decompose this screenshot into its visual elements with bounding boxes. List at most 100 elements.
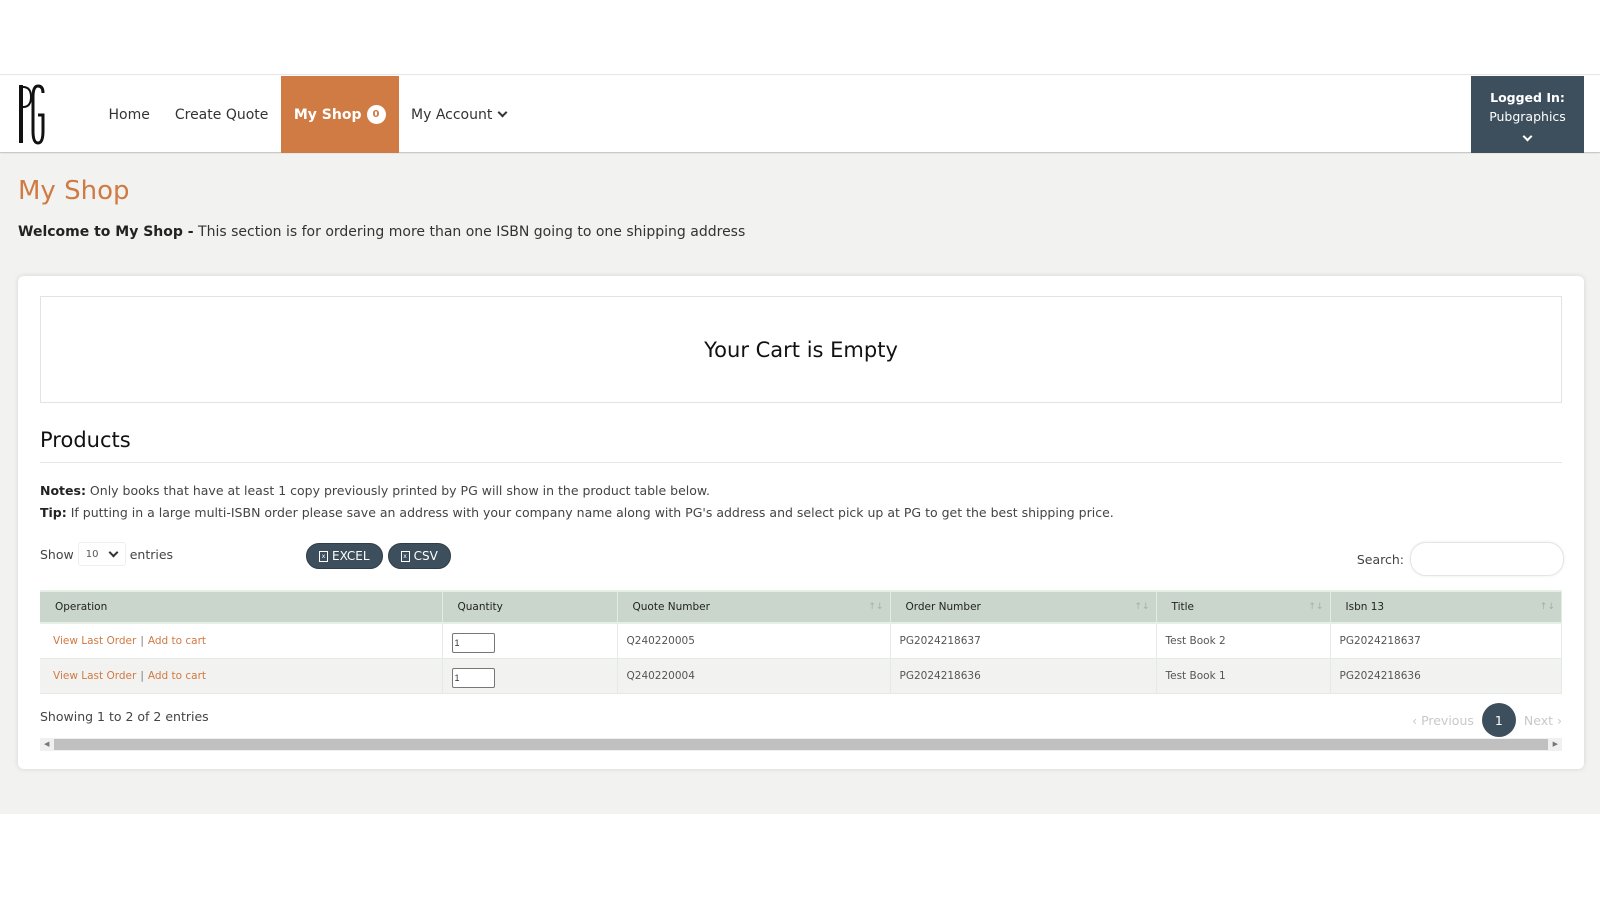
nav-create-quote-label: Create Quote (174, 106, 269, 123)
export-buttons: x EXCEL x CSV (306, 543, 451, 569)
tip-text: If putting in a large multi-ISBN order p… (66, 505, 1114, 520)
col-quantity: Quantity (442, 590, 618, 624)
top-spacer (0, 0, 1600, 75)
search-label: Search: (1356, 551, 1404, 567)
tip-line: Tip: If putting in a large multi-ISBN or… (40, 502, 1114, 524)
nav-my-shop[interactable]: My Shop 0 (280, 76, 399, 153)
export-csv-label: CSV (413, 549, 438, 563)
chevron-right-icon: › (1553, 712, 1562, 728)
next-page-button[interactable]: Next › (1524, 713, 1562, 728)
col-isbn13-label: Isbn 13 (1345, 601, 1385, 613)
col-operation: Operation (40, 590, 443, 624)
col-quote-number[interactable]: Quote Number ↑↓ (617, 590, 891, 624)
separator: | (140, 669, 144, 682)
main-nav: Home Create Quote My Shop 0 My Account (96, 76, 519, 153)
navbar: Home Create Quote My Shop 0 My Account L… (0, 76, 1600, 153)
cell-quantity (442, 658, 618, 694)
col-order-number[interactable]: Order Number ↑↓ (890, 590, 1157, 624)
col-quantity-label: Quantity (457, 601, 503, 613)
scroll-right-icon[interactable]: ▶ (1553, 740, 1558, 748)
nav-my-account-label: My Account (411, 106, 493, 123)
quantity-input[interactable] (451, 632, 495, 653)
scroll-left-icon[interactable]: ◀ (44, 740, 49, 748)
table-header-row: Operation Quantity Quote Number ↑↓ Order … (40, 590, 1562, 624)
quantity-input[interactable] (451, 667, 495, 688)
nav-my-account[interactable]: My Account (399, 76, 519, 153)
nav-my-shop-label: My Shop (293, 106, 362, 123)
show-label: Show (40, 546, 74, 562)
welcome-description: This section is for ordering more than o… (193, 224, 746, 240)
pg-logo[interactable] (17, 83, 47, 145)
col-operation-label: Operation (55, 601, 108, 613)
welcome-text: Welcome to My Shop - This section is for… (18, 224, 745, 240)
page-content: My Shop Welcome to My Shop - This sectio… (0, 154, 1600, 814)
username: Pubgraphics (1489, 109, 1566, 124)
excel-file-icon: x (319, 550, 328, 562)
cell-title: Test Book 2 (1156, 623, 1331, 659)
col-title[interactable]: Title ↑↓ (1156, 590, 1331, 624)
cell-operation: View Last Order | Add to cart (40, 658, 443, 694)
logged-in-label: Logged In: (1490, 90, 1565, 105)
welcome-bold: Welcome to My Shop - (18, 224, 194, 240)
sort-icon: ↑↓ (868, 602, 884, 612)
notes-text: Only books that have at least 1 copy pre… (85, 483, 710, 498)
search-control: Search: (1357, 542, 1564, 576)
next-label: Next (1523, 712, 1554, 728)
search-input[interactable] (1410, 542, 1564, 576)
previous-label: Previous (1421, 712, 1474, 728)
cell-operation: View Last Order | Add to cart (40, 623, 443, 659)
table-row: View Last Order | Add to cart Q240220005 P… (40, 623, 1562, 659)
export-csv-button[interactable]: x CSV (387, 543, 451, 569)
table-info: Showing 1 to 2 of 2 entries (40, 709, 209, 724)
page-length-control: Show 10 entries (40, 542, 173, 566)
notes-label: Notes: (40, 483, 86, 498)
view-last-order-link[interactable]: View Last Order (53, 670, 136, 682)
col-isbn13[interactable]: Isbn 13 ↑↓ (1330, 590, 1562, 624)
view-last-order-link[interactable]: View Last Order (53, 635, 136, 647)
col-title-label: Title (1171, 601, 1195, 613)
page-1-button[interactable]: 1 (1481, 703, 1516, 737)
cell-order-number: PG2024218636 (890, 658, 1157, 694)
cell-quantity (442, 623, 618, 659)
csv-file-icon: x (400, 550, 410, 562)
cell-quote-number: Q240220004 (617, 658, 891, 694)
cart-count-badge: 0 (366, 105, 386, 124)
tip-label: Tip: (40, 505, 67, 520)
page-length-value: 10 (85, 548, 99, 560)
notes-line: Notes: Only books that have at least 1 c… (40, 480, 1114, 502)
separator: | (140, 634, 144, 647)
products-heading: Products (40, 428, 131, 452)
sort-icon: ↑↓ (1134, 602, 1150, 612)
add-to-cart-link[interactable]: Add to cart (148, 635, 206, 647)
horizontal-scrollbar[interactable]: ◀ ▶ (40, 738, 1562, 751)
add-to-cart-link[interactable]: Add to cart (148, 670, 206, 682)
cart-panel: Your Cart is Empty (40, 296, 1562, 403)
notes-block: Notes: Only books that have at least 1 c… (40, 480, 1114, 524)
page-title: My Shop (18, 176, 130, 206)
pagination: ‹ Previous 1 Next › (1412, 703, 1562, 737)
cell-quote-number: Q240220005 (617, 623, 891, 659)
nav-create-quote[interactable]: Create Quote (162, 76, 281, 153)
chevron-down-icon (1522, 131, 1533, 142)
nav-home[interactable]: Home (96, 76, 162, 153)
col-quote-number-label: Quote Number (632, 601, 710, 613)
shop-card: Your Cart is Empty Products Notes: Only … (18, 276, 1584, 769)
export-excel-button[interactable]: x EXCEL (306, 543, 383, 569)
chevron-left-icon: ‹ (1412, 712, 1422, 728)
user-menu[interactable]: Logged In: Pubgraphics (1471, 76, 1584, 153)
entries-label: entries (129, 546, 174, 562)
previous-page-button[interactable]: ‹ Previous (1412, 713, 1474, 728)
cell-order-number: PG2024218637 (890, 623, 1157, 659)
cell-isbn13: PG2024218636 (1330, 658, 1562, 694)
nav-home-label: Home (108, 106, 150, 123)
divider (40, 462, 1562, 463)
sort-icon: ↑↓ (1308, 602, 1324, 612)
table-row: View Last Order | Add to cart Q240220004 P… (40, 658, 1562, 694)
cell-title: Test Book 1 (1156, 658, 1331, 694)
export-excel-label: EXCEL (332, 549, 370, 563)
cell-isbn13: PG2024218637 (1330, 623, 1562, 659)
chevron-down-icon (109, 547, 119, 557)
scrollbar-thumb[interactable] (54, 739, 1548, 750)
col-order-number-label: Order Number (905, 601, 981, 613)
page-length-select[interactable]: 10 (77, 542, 126, 566)
